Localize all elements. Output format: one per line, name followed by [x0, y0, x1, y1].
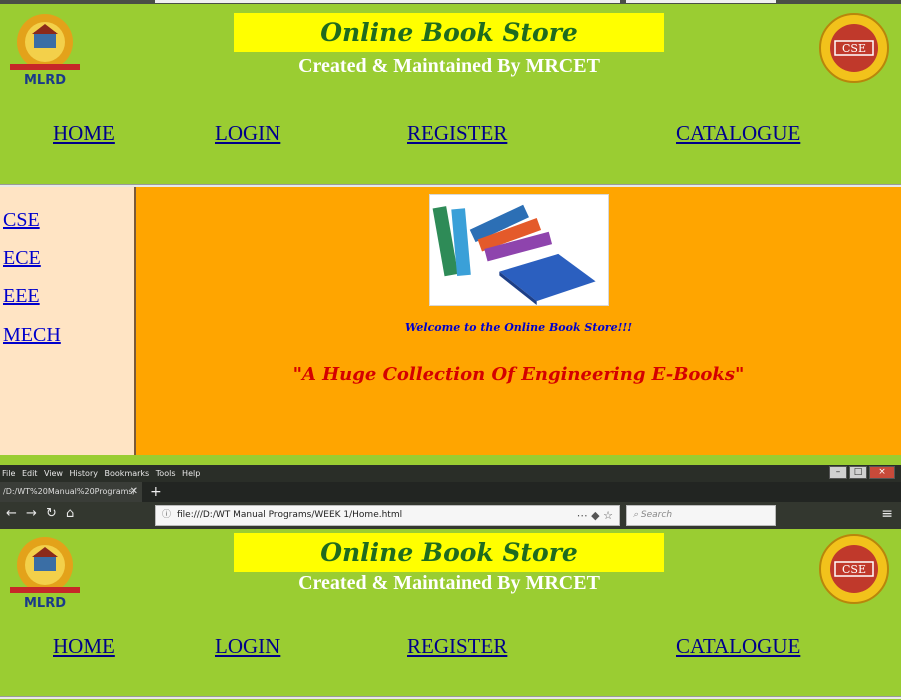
main-content: Welcome to the Online Book Store!!! "A H… [136, 187, 901, 455]
page-header-second: MLRD Online Book Store Created & Maintai… [0, 529, 901, 689]
page-actions-icon[interactable]: ⋯ [577, 509, 588, 522]
reload-icon[interactable]: ↻ [46, 506, 57, 521]
nav-catalogue-link-second[interactable]: CATALOGUE [676, 634, 800, 659]
site-subtitle-second: Created & Maintained By MRCET [298, 572, 600, 594]
menu-help[interactable]: Help [182, 469, 200, 478]
svg-text:CSE: CSE [842, 563, 866, 576]
home-icon[interactable]: ⌂ [66, 506, 74, 521]
pocket-icon[interactable]: ◆ [591, 509, 599, 522]
menu-hamburger-icon[interactable]: ≡ [881, 506, 893, 522]
search-input[interactable]: ⌕ Search [626, 505, 776, 526]
site-title: Online Book Store [234, 13, 664, 52]
books-image [429, 194, 609, 306]
sidebar-link-eee[interactable]: EEE [3, 285, 40, 308]
department-sidebar: CSE ECE EEE MECH [0, 187, 136, 455]
menu-tools[interactable]: Tools [156, 469, 176, 478]
welcome-text: Welcome to the Online Book Store!!! [404, 321, 633, 334]
back-arrow-icon[interactable]: ← [6, 506, 17, 521]
maximize-icon[interactable]: □ [849, 466, 867, 479]
nav-login-link[interactable]: LOGIN [215, 121, 280, 146]
nav-register-link-second[interactable]: REGISTER [407, 634, 507, 659]
svg-text:CSE: CSE [842, 42, 866, 55]
cse-college-seal-icon: CSE [819, 13, 889, 83]
partial-url-bar [155, 0, 620, 3]
browser-tab[interactable]: /D:/WT%20Manual%20Programs/ ✕ [0, 482, 142, 502]
sidebar-link-cse[interactable]: CSE [3, 209, 40, 232]
bookmark-star-icon[interactable]: ☆ [603, 509, 613, 522]
nav-login-link-second[interactable]: LOGIN [215, 634, 280, 659]
url-bar[interactable]: ⓘ file:///D:/WT Manual Programs/WEEK 1/Ho… [155, 505, 620, 526]
forward-arrow-icon[interactable]: → [26, 506, 37, 521]
search-icon: ⌕ [633, 510, 641, 520]
browser-menu-bar: File Edit View History Bookmarks Tools H… [0, 465, 901, 482]
url-actions: ⋯ ◆ ☆ [577, 506, 613, 525]
cse-college-seal-icon-second: CSE [819, 534, 889, 604]
page-header: MLRD Online Book Store Created & Maintai… [0, 4, 901, 184]
close-window-icon[interactable]: × [869, 466, 895, 479]
mlrd-logo-icon: MLRD [10, 14, 80, 88]
svg-text:MLRD: MLRD [24, 73, 66, 88]
partial-search-bar [626, 0, 776, 3]
nav-register-link[interactable]: REGISTER [407, 121, 507, 146]
site-subtitle: Created & Maintained By MRCET [298, 55, 600, 77]
mlrd-logo-icon-second: MLRD [10, 537, 80, 611]
nav-home-link-second[interactable]: HOME [53, 634, 115, 659]
menu-file[interactable]: File [2, 469, 15, 478]
menu-bookmarks[interactable]: Bookmarks [105, 469, 150, 478]
menu-edit[interactable]: Edit [22, 469, 38, 478]
svg-text:MLRD: MLRD [24, 596, 66, 611]
url-text: file:///D:/WT Manual Programs/WEEK 1/Hom… [177, 510, 403, 520]
browser-tab-bar: /D:/WT%20Manual%20Programs/ ✕ + [0, 482, 901, 502]
info-icon[interactable]: ⓘ [162, 510, 171, 520]
menu-history[interactable]: History [70, 469, 98, 478]
new-tab-icon[interactable]: + [150, 482, 162, 502]
browser-nav-bar: ← → ↻ ⌂ ⓘ file:///D:/WT Manual Programs/W… [0, 502, 901, 529]
minimize-icon[interactable]: – [829, 466, 847, 479]
window-controls: – □ × [829, 466, 895, 480]
screenshot: MLRD Online Book Store Created & Maintai… [0, 0, 901, 700]
frame-divider-second [0, 696, 901, 699]
tab-title: /D:/WT%20Manual%20Programs/ [3, 487, 136, 496]
tab-close-icon[interactable]: ✕ [130, 482, 138, 502]
tagline-text: "A Huge Collection Of Engineering E-Book… [292, 364, 745, 385]
search-placeholder: Search [640, 510, 673, 520]
sidebar-link-mech[interactable]: MECH [3, 324, 61, 347]
menu-view[interactable]: View [44, 469, 63, 478]
nav-catalogue-link[interactable]: CATALOGUE [676, 121, 800, 146]
sidebar-link-ece[interactable]: ECE [3, 247, 41, 270]
site-title-second: Online Book Store [234, 533, 664, 572]
nav-home-link[interactable]: HOME [53, 121, 115, 146]
